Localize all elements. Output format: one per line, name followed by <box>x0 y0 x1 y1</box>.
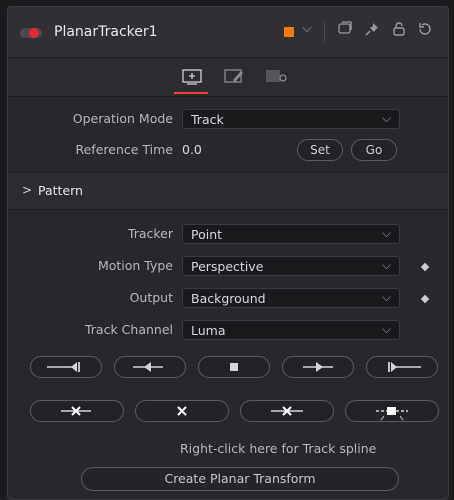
track-backward-button[interactable] <box>114 356 186 378</box>
track-spline-hint[interactable]: Right-click here for Track spline <box>180 441 376 456</box>
tracker-label: Tracker <box>127 226 173 241</box>
active-tab-indicator <box>174 92 208 94</box>
window-icon[interactable] <box>336 21 354 41</box>
delete-next-button[interactable] <box>240 400 334 422</box>
node-enable-toggle[interactable] <box>20 28 42 38</box>
track-forward-button[interactable] <box>282 356 354 378</box>
paint-tab-icon[interactable] <box>220 65 248 87</box>
keyframe-diamond-icon[interactable] <box>420 262 430 272</box>
node-color-chip[interactable] <box>284 27 294 37</box>
operation-mode-label: Operation Mode <box>72 111 173 126</box>
track-channel-dropdown[interactable]: Luma ⌵ <box>182 320 400 340</box>
delete-next-icon <box>271 406 303 416</box>
dropdown-value: Perspective <box>191 259 264 274</box>
track-channel-label: Track Channel <box>84 322 173 337</box>
settings-tab-icon[interactable] <box>262 65 290 87</box>
track-to-end-icon <box>388 362 421 372</box>
set-keyframe-icon <box>376 407 408 421</box>
chevron-down-icon: ⌵ <box>381 290 391 304</box>
dropdown-value: Luma <box>191 323 226 338</box>
chevron-down-icon: ⌵ <box>381 322 391 336</box>
create-planar-transform-button[interactable]: Create Planar Transform <box>81 467 399 491</box>
motion-type-label: Motion Type <box>97 258 173 273</box>
stop-button[interactable] <box>198 356 270 378</box>
node-header: PlanarTracker1 ⌵ <box>8 7 448 58</box>
track-to-end-button[interactable] <box>366 356 438 378</box>
chevron-down-icon[interactable]: ⌵ <box>302 21 312 36</box>
pattern-section-header[interactable]: > Pattern <box>8 172 448 210</box>
output-dropdown[interactable]: Background ⌵ <box>182 288 400 308</box>
stop-icon <box>230 363 238 371</box>
delete-previous-button[interactable] <box>30 400 124 422</box>
lock-icon[interactable] <box>390 21 408 41</box>
node-title: PlanarTracker1 <box>54 24 158 40</box>
dropdown-value: Track <box>191 112 224 127</box>
keyframe-diamond-icon[interactable] <box>420 294 430 304</box>
inspector-panel: PlanarTracker1 ⌵ Operation Mode Track ⌵ … <box>7 6 449 500</box>
set-button[interactable]: Set <box>297 139 343 161</box>
operation-mode-dropdown[interactable]: Track ⌵ <box>182 109 400 129</box>
reference-time-label: Reference Time <box>75 142 173 157</box>
delete-icon <box>177 406 187 416</box>
track-backward-icon <box>133 362 163 372</box>
tracker-dropdown[interactable]: Point ⌵ <box>182 224 400 244</box>
dropdown-value: Background <box>191 291 266 306</box>
chevron-down-icon: ⌵ <box>381 258 391 272</box>
dropdown-value: Point <box>191 227 223 242</box>
controls-tab-icon[interactable] <box>178 65 206 87</box>
divider <box>324 21 325 43</box>
delete-button[interactable] <box>135 400 229 422</box>
chevron-down-icon: ⌵ <box>381 111 391 125</box>
output-label: Output <box>129 290 173 305</box>
delete-previous-icon <box>61 406 91 416</box>
track-to-start-icon <box>47 362 80 372</box>
chevron-down-icon: ⌵ <box>381 226 391 240</box>
track-to-start-button[interactable] <box>30 356 102 378</box>
track-forward-icon <box>303 362 333 372</box>
motion-type-dropdown[interactable]: Perspective ⌵ <box>182 256 400 276</box>
toggle-dot <box>29 28 39 38</box>
go-button[interactable]: Go <box>351 139 397 161</box>
inspector-tabs <box>8 58 448 97</box>
reset-icon[interactable] <box>416 21 434 41</box>
pin-icon[interactable] <box>363 21 381 41</box>
reference-time-value[interactable]: 0.0 <box>182 142 202 157</box>
chevron-right-icon: > <box>22 183 33 197</box>
set-keyframe-button[interactable] <box>345 400 439 422</box>
section-title: Pattern <box>38 183 83 198</box>
